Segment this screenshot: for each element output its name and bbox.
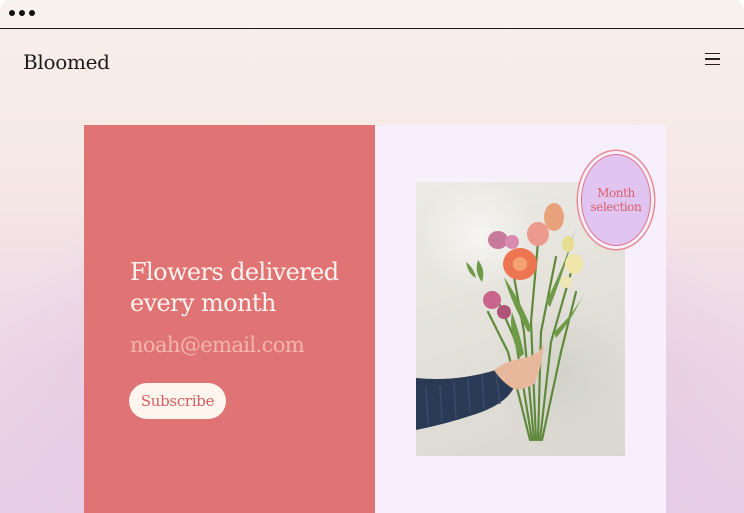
window-titlebar bbox=[0, 0, 744, 29]
window-dot[interactable] bbox=[29, 10, 35, 16]
subscribe-panel: Flowers delivered every month Subscribe bbox=[84, 125, 375, 513]
feature-panel: Month selection bbox=[375, 125, 666, 513]
brand-logo[interactable]: Bloomed bbox=[23, 50, 110, 74]
hero-card: Flowers delivered every month Subscribe bbox=[84, 125, 666, 513]
month-selection-badge[interactable]: Month selection bbox=[581, 154, 651, 246]
hamburger-menu-icon[interactable] bbox=[704, 50, 722, 68]
window-dot[interactable] bbox=[19, 10, 25, 16]
window-dot[interactable] bbox=[9, 10, 15, 16]
browser-window: Bloomed Flowers delivered every month Su… bbox=[0, 0, 744, 513]
badge-line: Month bbox=[597, 186, 635, 200]
hero-headline: Flowers delivered every month bbox=[130, 257, 360, 319]
headline-line: every month bbox=[130, 289, 276, 317]
badge-line: selection bbox=[590, 200, 642, 214]
window-controls[interactable] bbox=[9, 10, 35, 16]
email-input[interactable] bbox=[128, 330, 352, 360]
headline-line: Flowers delivered bbox=[130, 258, 339, 286]
subscribe-button[interactable]: Subscribe bbox=[129, 383, 226, 419]
